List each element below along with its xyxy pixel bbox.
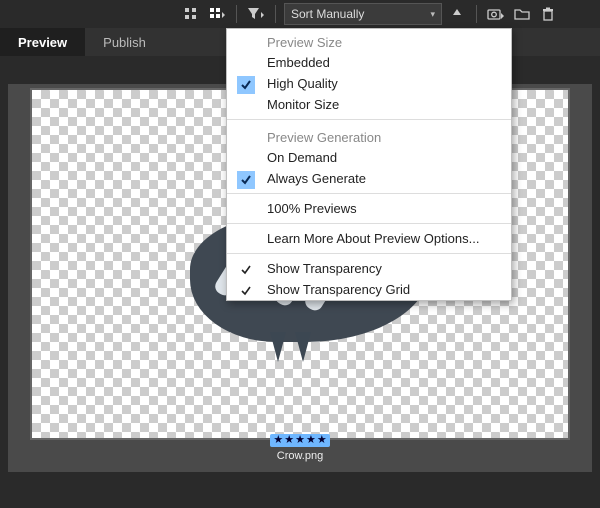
preview-options-icon[interactable] <box>206 3 228 25</box>
menu-item-show-transparency[interactable]: Show Transparency <box>227 258 511 279</box>
menu-item-embedded[interactable]: Embedded <box>227 52 511 73</box>
menu-separator <box>227 223 511 224</box>
star-icon: ★ <box>295 435 305 446</box>
tab-publish[interactable]: Publish <box>85 28 164 56</box>
menu-item-learn-more[interactable]: Learn More About Preview Options... <box>227 228 511 249</box>
menu-item-always-generate[interactable]: Always Generate <box>227 168 511 189</box>
menu-group-preview-size: Preview Size <box>227 29 511 52</box>
menu-label: Always Generate <box>267 171 366 186</box>
sort-label: Sort Manually <box>291 7 364 21</box>
menu-separator <box>227 119 511 120</box>
camera-import-icon[interactable] <box>485 3 507 25</box>
thumbnail-caption: ★ ★ ★ ★ ★ Crow.png <box>8 434 592 462</box>
grid-view-icon[interactable] <box>180 3 202 25</box>
preview-options-menu: Preview Size Embedded High Quality Monit… <box>226 28 512 301</box>
checkmark-icon <box>237 282 255 300</box>
menu-label: On Demand <box>267 150 337 165</box>
toolbar-separator <box>476 5 477 23</box>
sort-dropdown[interactable]: Sort Manually ▾ <box>284 3 442 25</box>
rating-stars[interactable]: ★ ★ ★ ★ ★ <box>270 434 329 447</box>
star-icon: ★ <box>273 435 283 446</box>
file-name-label: Crow.png <box>277 450 323 462</box>
chevron-down-icon: ▾ <box>430 9 435 20</box>
menu-separator <box>227 193 511 194</box>
menu-item-on-demand[interactable]: On Demand <box>227 147 511 168</box>
star-icon: ★ <box>284 435 294 446</box>
menu-label: Show Transparency Grid <box>267 282 410 297</box>
menu-label: Learn More About Preview Options... <box>267 231 479 246</box>
toolbar-separator <box>236 5 237 23</box>
menu-label: High Quality <box>267 76 338 91</box>
new-folder-icon[interactable] <box>511 3 533 25</box>
menu-separator <box>227 253 511 254</box>
sort-ascending-icon[interactable] <box>446 3 468 25</box>
menu-item-100-previews[interactable]: 100% Previews <box>227 198 511 219</box>
menu-item-show-transparency-grid[interactable]: Show Transparency Grid <box>227 279 511 300</box>
menu-label: Show Transparency <box>267 261 382 276</box>
toolbar-separator <box>275 5 276 23</box>
top-toolbar: Sort Manually ▾ <box>0 0 600 28</box>
menu-label: Embedded <box>267 55 330 70</box>
checkmark-icon <box>237 171 255 189</box>
menu-group-preview-generation: Preview Generation <box>227 124 511 147</box>
star-icon: ★ <box>306 435 316 446</box>
checkmark-icon <box>237 76 255 94</box>
trash-icon[interactable] <box>537 3 559 25</box>
filter-icon[interactable] <box>245 3 267 25</box>
tab-preview[interactable]: Preview <box>0 28 85 56</box>
menu-label: Monitor Size <box>267 97 339 112</box>
star-icon: ★ <box>317 435 327 446</box>
menu-label: 100% Previews <box>267 201 357 216</box>
checkmark-icon <box>237 261 255 279</box>
menu-item-monitor-size[interactable]: Monitor Size <box>227 94 511 115</box>
menu-item-high-quality[interactable]: High Quality <box>227 73 511 94</box>
